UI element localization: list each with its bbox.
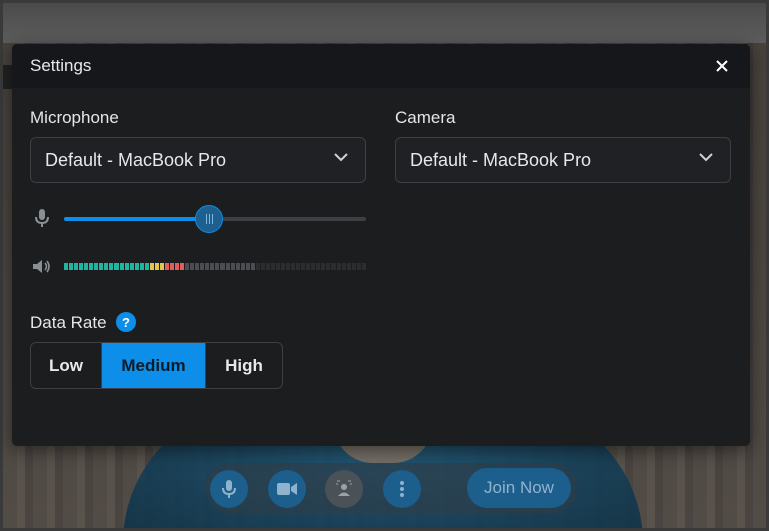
level-segment <box>331 263 336 270</box>
data-rate-segmented-control: Low Medium High <box>30 342 283 389</box>
level-segment <box>351 263 356 270</box>
level-segment <box>114 263 119 270</box>
background-effects-button[interactable] <box>325 470 363 508</box>
level-segment <box>119 263 124 270</box>
level-segment <box>169 263 175 270</box>
video-camera-icon <box>277 483 297 495</box>
level-segment <box>175 263 180 270</box>
level-segment <box>180 263 185 270</box>
microphone-icon <box>35 209 49 227</box>
camera-toggle-button[interactable] <box>268 470 306 508</box>
speaker-icon <box>33 260 50 273</box>
level-segment <box>74 263 79 270</box>
level-segment <box>346 263 351 270</box>
level-segment <box>124 263 129 270</box>
close-icon <box>716 60 728 72</box>
slider-thumb[interactable] <box>195 205 223 233</box>
level-segment <box>296 263 301 270</box>
microphone-selected-value: Default - MacBook Pro <box>45 149 227 170</box>
level-segment <box>235 263 240 270</box>
speaker-level-meter <box>64 263 366 270</box>
slider-fill <box>64 217 209 221</box>
level-segment <box>154 263 159 270</box>
level-segment <box>190 263 195 270</box>
level-segment <box>84 263 89 270</box>
dialog-header: Settings <box>12 44 750 88</box>
data-rate-option-medium[interactable]: Medium <box>102 343 206 388</box>
more-options-button[interactable] <box>383 470 421 508</box>
level-segment <box>200 263 205 270</box>
level-segment <box>129 263 134 270</box>
level-segment <box>79 263 84 270</box>
level-segment <box>149 263 154 270</box>
level-segment <box>316 263 321 270</box>
level-segment <box>220 263 225 270</box>
level-segment <box>164 263 169 270</box>
level-segment <box>195 263 200 270</box>
level-segment <box>205 263 210 270</box>
microphone-toggle-button[interactable] <box>210 470 248 508</box>
microphone-label: Microphone <box>30 108 119 127</box>
background-blur-icon <box>336 480 352 496</box>
level-segment <box>139 263 144 270</box>
chevron-down-icon <box>334 153 348 162</box>
level-segment <box>336 263 341 270</box>
camera-select[interactable]: Default - MacBook Pro <box>395 137 731 183</box>
level-segment <box>260 263 265 270</box>
level-segment <box>255 263 260 270</box>
close-button[interactable] <box>712 56 732 76</box>
level-segment <box>89 263 94 270</box>
microphone-select[interactable]: Default - MacBook Pro <box>30 137 366 183</box>
level-segment <box>99 263 104 270</box>
level-segment <box>104 263 109 270</box>
camera-selected-value: Default - MacBook Pro <box>410 149 592 170</box>
level-segment <box>356 263 361 270</box>
level-segment <box>69 263 74 270</box>
level-segment <box>265 263 270 270</box>
level-segment <box>281 263 286 270</box>
level-segment <box>134 263 139 270</box>
chevron-down-icon <box>699 153 713 162</box>
level-segment <box>291 263 296 270</box>
level-segment <box>185 263 190 270</box>
level-segment <box>159 263 164 270</box>
level-segment <box>144 263 149 270</box>
level-segment <box>270 263 275 270</box>
level-segment <box>225 263 230 270</box>
level-segment <box>361 263 366 270</box>
level-segment <box>326 263 331 270</box>
level-segment <box>245 263 250 270</box>
level-segment <box>109 263 114 270</box>
data-rate-label: Data Rate <box>30 313 107 332</box>
level-segment <box>64 263 69 270</box>
level-segment <box>306 263 311 270</box>
data-rate-option-low[interactable]: Low <box>31 343 102 388</box>
level-segment <box>210 263 215 270</box>
level-segment <box>275 263 281 270</box>
level-segment <box>341 263 346 270</box>
level-segment <box>250 263 255 270</box>
join-now-button[interactable]: Join Now <box>467 468 571 508</box>
level-segment <box>286 263 291 270</box>
level-segment <box>321 263 326 270</box>
more-vertical-icon <box>400 481 404 497</box>
settings-dialog: Settings Microphone Default - MacBook Pr… <box>12 44 750 446</box>
level-segment <box>240 263 245 270</box>
dialog-title: Settings <box>30 56 92 75</box>
data-rate-option-high[interactable]: High <box>206 343 282 388</box>
level-segment <box>311 263 316 270</box>
level-segment <box>94 263 99 270</box>
level-segment <box>230 263 235 270</box>
camera-label: Camera <box>395 108 456 127</box>
help-icon[interactable]: ? <box>116 312 136 332</box>
level-segment <box>215 263 220 270</box>
level-segment <box>301 263 306 270</box>
microphone-icon <box>222 480 236 498</box>
